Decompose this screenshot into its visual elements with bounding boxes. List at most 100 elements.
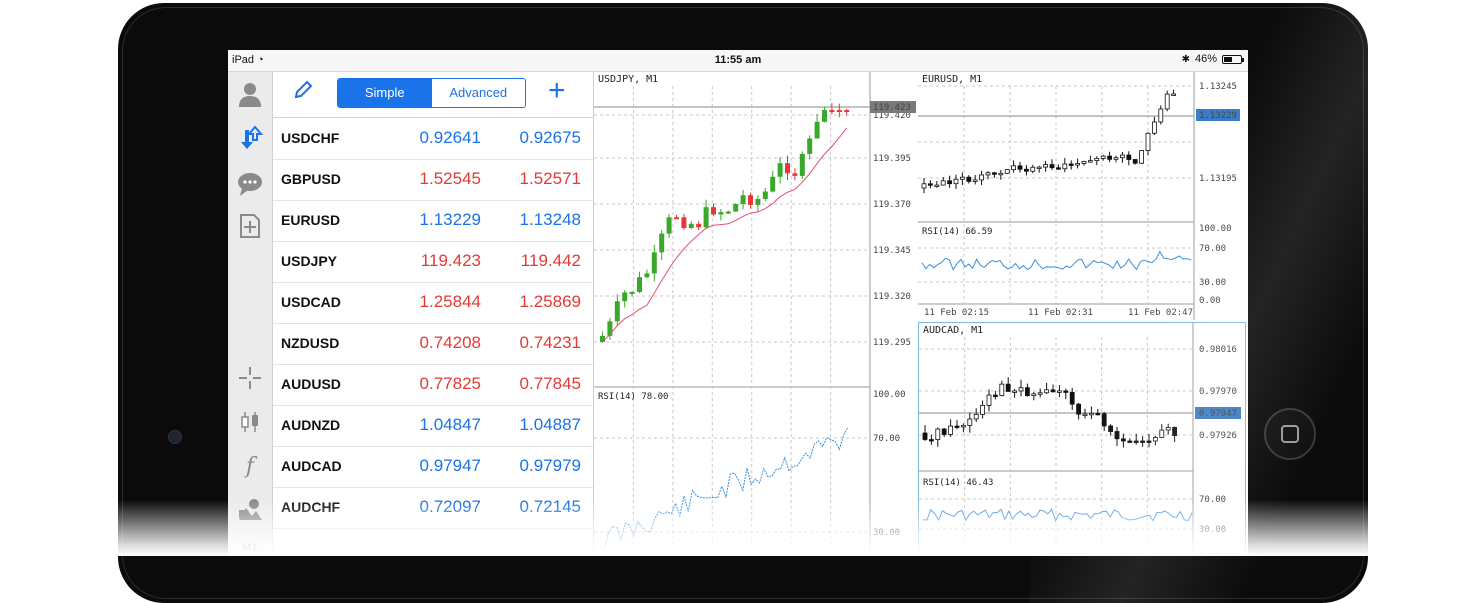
quote-row-usdcad[interactable]: USDCAD 1.25844 1.25869 <box>273 282 593 324</box>
quote-ask[interactable]: 0.72145 <box>483 497 581 517</box>
candle-body <box>961 424 966 428</box>
add-symbol-button[interactable]: + <box>548 74 566 108</box>
advanced-mode-button[interactable]: Advanced <box>431 79 525 107</box>
quote-bid[interactable]: 1.04847 <box>383 415 481 435</box>
quote-row-eurusd[interactable]: EURUSD 1.13229 1.13248 <box>273 200 593 242</box>
candle-body <box>1068 163 1074 166</box>
candle-body <box>1107 155 1113 160</box>
quote-row-audnzd[interactable]: AUDNZD 1.04847 1.04887 <box>273 405 593 447</box>
quote-row-nzdusd[interactable]: NZDUSD 0.74208 0.74231 <box>273 323 593 365</box>
quotes-toolbar: Simple Advanced + <box>273 72 593 118</box>
quote-ask[interactable]: 0.92675 <box>483 128 581 148</box>
candle-body <box>1140 440 1146 443</box>
quote-symbol: AUDUSD <box>281 376 341 392</box>
objects-icon[interactable] <box>228 496 272 530</box>
candle-body <box>674 217 679 220</box>
candle-body <box>1094 158 1100 162</box>
current-price-label: 1.13229 <box>1199 111 1237 121</box>
candle-body <box>829 110 835 112</box>
candle-body <box>785 163 790 174</box>
chart-audcad-title: AUDCAD, M1 <box>923 325 984 336</box>
candle-body <box>960 176 965 180</box>
quote-row-audchf[interactable]: AUDCHF 0.72097 0.72145 <box>273 487 593 529</box>
quote-row-audcad[interactable]: AUDCAD 0.97947 0.97979 <box>273 446 593 488</box>
candle-body <box>755 199 761 205</box>
quote-bid[interactable]: 1.52545 <box>383 169 481 189</box>
price-tick: 1.13245 <box>1199 82 1237 92</box>
candle-body <box>644 273 650 278</box>
status-bar: iPad ◔ 11:55 am ✱ 46% <box>228 50 1248 72</box>
quote-ask[interactable]: 0.77845 <box>483 374 581 394</box>
rsi-label: RSI(14) 46.43 <box>923 478 993 488</box>
candle-body <box>762 191 768 200</box>
quote-ask[interactable]: 119.442 <box>483 251 581 271</box>
candlestick-type-icon[interactable] <box>228 408 272 442</box>
chart-eurusd-canvas[interactable]: 1.132451.132201.131951.13229RSI(14) 66.5… <box>918 72 1248 320</box>
price-tick: 119.320 <box>873 292 911 302</box>
candle-body <box>1095 412 1101 416</box>
candle-body <box>792 173 798 176</box>
edit-icon[interactable] <box>293 80 313 106</box>
candle-body <box>1151 121 1157 134</box>
quote-row-gbpusd[interactable]: GBPUSD 1.52545 1.52571 <box>273 159 593 201</box>
candle-body <box>1031 393 1037 397</box>
quote-row-usdjpy[interactable]: USDJPY 119.423 119.442 <box>273 241 593 283</box>
candle-body <box>637 277 642 292</box>
candle-body <box>993 394 998 397</box>
quote-ask[interactable]: 0.97979 <box>483 456 581 476</box>
simple-mode-button[interactable]: Simple <box>338 79 432 107</box>
quote-ask[interactable]: 1.13248 <box>483 210 581 230</box>
quote-ask[interactable]: 1.25869 <box>483 292 581 312</box>
chart-eurusd-title: EURUSD, M1 <box>922 74 983 85</box>
new-order-icon[interactable] <box>228 212 272 246</box>
candle-body <box>1088 412 1094 416</box>
quote-symbol: AUDCHF <box>281 499 341 515</box>
view-mode-toggle: Simple Advanced <box>337 78 526 108</box>
quote-ask[interactable]: 0.74231 <box>483 333 581 353</box>
time-tick: 11 Feb 02:31 <box>1028 308 1093 318</box>
price-tick: 119.295 <box>873 338 911 348</box>
chat-icon[interactable] <box>228 170 272 204</box>
quote-row-audusd[interactable]: AUDUSD 0.77825 0.77845 <box>273 364 593 406</box>
candle-body <box>999 383 1005 396</box>
rsi-tick: 30.00 <box>873 528 900 538</box>
quote-bid[interactable]: 119.423 <box>383 251 481 271</box>
rsi-tick: 70.00 <box>873 434 900 444</box>
quote-ask[interactable]: 1.04887 <box>483 415 581 435</box>
quote-bid[interactable]: 1.13229 <box>383 210 481 230</box>
home-button-icon <box>1281 425 1299 443</box>
chart-eurusd[interactable]: 1.132451.132201.131951.13229RSI(14) 66.5… <box>918 72 1248 320</box>
quote-bid[interactable]: 1.25844 <box>383 292 481 312</box>
quote-bid[interactable]: 0.97947 <box>383 456 481 476</box>
quote-bid[interactable]: 0.74208 <box>383 333 481 353</box>
quote-ask[interactable]: 1.52571 <box>483 169 581 189</box>
chart-audcad-canvas[interactable]: 0.98016 0.97970 0.97926 0.97947 RSI(14) 46.4… <box>919 323 1246 556</box>
candle-body <box>1063 390 1069 393</box>
quote-row-usdchf[interactable]: USDCHF 0.92641 0.92675 <box>273 118 593 160</box>
candle-body <box>967 418 973 426</box>
rsi-tick: 70.00 <box>1199 495 1226 505</box>
candle-body <box>629 291 635 294</box>
trade-arrows-icon[interactable] <box>228 124 272 158</box>
candle-body <box>799 153 805 176</box>
quote-symbol: USDCHF <box>281 130 340 146</box>
chart-audcad[interactable]: 0.98016 0.97970 0.97926 0.97947 RSI(14) 46.4… <box>918 322 1246 556</box>
time-tick: 11 Feb 02:15 <box>924 308 989 318</box>
current-price-label: 0.97947 <box>1199 409 1237 419</box>
chart-usdjpy[interactable]: 119.420 119.395 119.370 119.345 119.320 119.2… <box>594 72 916 556</box>
candle-body <box>607 321 613 336</box>
quote-bid[interactable]: 0.92641 <box>383 128 481 148</box>
chart-usdjpy-canvas[interactable]: 119.420119.395119.370119.345119.320119.2… <box>594 72 916 556</box>
indicators-icon[interactable]: f <box>228 454 272 479</box>
quote-bid[interactable]: 0.77825 <box>383 374 481 394</box>
candle-body <box>992 172 997 175</box>
price-tick: 119.395 <box>873 154 911 164</box>
candle-body <box>1036 166 1042 170</box>
candle-body <box>1076 403 1082 415</box>
candle-body <box>998 172 1004 176</box>
quote-symbol: USDCAD <box>281 294 341 310</box>
quote-bid[interactable]: 0.72097 <box>383 497 481 517</box>
timeframe-label[interactable]: M1 <box>228 542 272 554</box>
crosshair-icon[interactable] <box>228 364 272 398</box>
user-icon[interactable] <box>228 80 272 114</box>
